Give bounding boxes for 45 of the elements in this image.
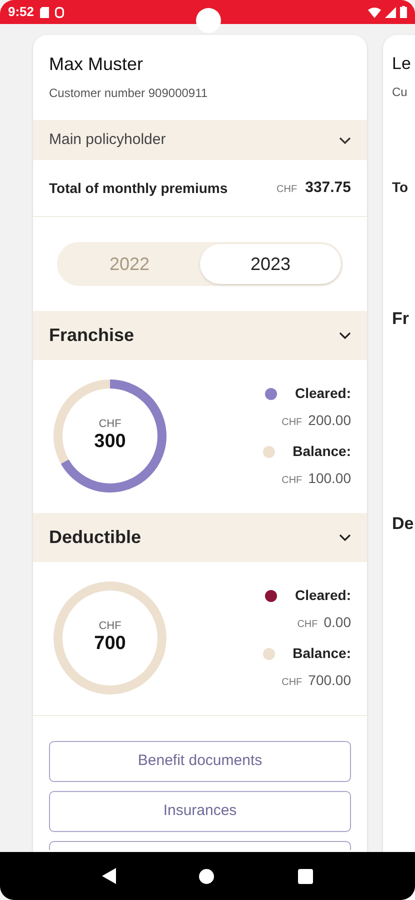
legend-amount: 700.00	[308, 671, 351, 690]
year-tab[interactable]: 2023	[200, 244, 341, 284]
legend-label: Cleared:	[294, 586, 351, 605]
currency-label: CHF	[276, 182, 298, 197]
legend-amount: 100.00	[308, 469, 351, 488]
currency-label: CHF	[98, 418, 122, 430]
signal-icon	[385, 6, 396, 18]
total-amount: 300	[94, 430, 126, 454]
recents-icon[interactable]	[298, 868, 314, 884]
legend-amount: 0.00	[324, 613, 351, 632]
currency-label: CHF	[282, 474, 302, 488]
sim-card-icon	[40, 6, 50, 18]
customer-number: Cu	[392, 84, 408, 100]
currency-label: CHF	[282, 676, 302, 690]
currency-label: CHF	[98, 620, 122, 632]
section-title: De	[392, 513, 415, 535]
premiums-label: Total of monthly premiums	[49, 178, 228, 198]
chevron-icon	[339, 136, 351, 144]
legend-amount: 200.00	[308, 411, 351, 430]
policyholder-dropdown[interactable]: Main policyholder	[33, 120, 367, 160]
legend-label: Balance:	[292, 442, 351, 461]
premiums-amount: 337.75	[305, 178, 351, 198]
back-icon[interactable]	[102, 868, 116, 884]
section-header[interactable]: Franchise	[33, 311, 367, 360]
currency-label: CHF	[297, 618, 318, 632]
shield-icon	[55, 6, 64, 18]
status-time: 9:52	[8, 3, 34, 22]
chevron-icon	[339, 534, 351, 541]
premiums-label: To	[392, 178, 410, 196]
legend-label: Cleared:	[294, 384, 351, 403]
customer-number: Customer number 909000911	[49, 85, 209, 102]
camera-cutout	[196, 8, 221, 33]
section-title: Fr	[392, 308, 410, 330]
battery-icon	[400, 6, 407, 18]
outline-button[interactable]: Insurances	[49, 791, 351, 832]
customer-name: Le	[392, 53, 412, 75]
section-header[interactable]: Deductible	[33, 513, 367, 562]
customer-name: Max Muster	[49, 53, 144, 76]
total-amount: 700	[94, 632, 126, 656]
currency-label: CHF	[282, 416, 302, 430]
wifi-icon	[368, 6, 381, 18]
chevron-icon	[339, 332, 351, 339]
outline-button[interactable]: Benefit documents	[49, 741, 351, 782]
legend-label: Balance:	[292, 644, 351, 663]
home-icon[interactable]	[199, 868, 214, 884]
